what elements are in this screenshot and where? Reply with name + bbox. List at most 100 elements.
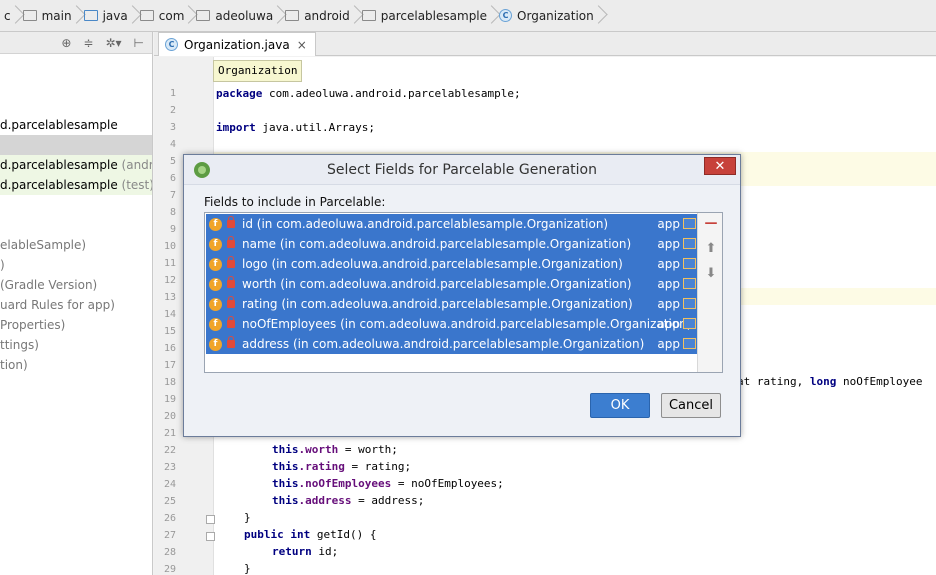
code-text: at rating, bbox=[737, 375, 810, 388]
tree-item-label: Properties) bbox=[0, 318, 66, 332]
field-icon: f bbox=[209, 317, 222, 331]
module-icon bbox=[683, 278, 696, 289]
field-icon: f bbox=[209, 237, 222, 251]
cancel-button[interactable]: Cancel bbox=[661, 393, 721, 418]
module-icon bbox=[683, 298, 696, 309]
code-text: id; bbox=[311, 545, 339, 558]
tree-item[interactable]: (Gradle Version) bbox=[0, 275, 152, 295]
move-up-icon[interactable]: ⬆ bbox=[704, 242, 718, 256]
code-line: this.worth = worth; bbox=[272, 443, 398, 456]
line-number: 18 bbox=[163, 377, 176, 388]
code-keyword: this bbox=[272, 477, 299, 490]
tree-item[interactable]: d.parcelablesample (test) bbox=[0, 175, 152, 195]
lock-icon bbox=[227, 256, 235, 268]
class-icon: C bbox=[165, 38, 178, 51]
tree-item[interactable]: d.parcelablesample (androidT bbox=[0, 155, 152, 175]
class-tooltip: Organization bbox=[213, 60, 303, 82]
code-line: this.address = address; bbox=[272, 494, 424, 507]
line-number: 8 bbox=[169, 207, 176, 218]
breadcrumb-item-c[interactable]: c bbox=[0, 4, 19, 28]
breadcrumb-item-parcelablesample[interactable]: parcelablesample bbox=[358, 4, 495, 28]
fold-marker-icon[interactable] bbox=[206, 515, 215, 524]
tree-item-label: d.parcelablesample bbox=[0, 178, 118, 192]
line-number: 12 bbox=[163, 275, 176, 286]
breadcrumb-item-java[interactable]: java bbox=[80, 4, 136, 28]
field-label: logo (in com.adeoluwa.android.parcelable… bbox=[242, 257, 623, 271]
field-label: rating (in com.adeoluwa.android.parcelab… bbox=[242, 297, 633, 311]
fields-list[interactable]: f id (in com.adeoluwa.android.parcelables… bbox=[206, 214, 698, 354]
module-icon bbox=[683, 318, 696, 329]
breadcrumb-label: java bbox=[102, 8, 128, 23]
line-number: 10 bbox=[163, 241, 176, 252]
field-row-logo[interactable]: f logo (in com.adeoluwa.android.parcelabl… bbox=[206, 254, 698, 274]
breadcrumb-item-adeoluwa[interactable]: adeoluwa bbox=[192, 4, 281, 28]
breadcrumb-item-com[interactable]: com bbox=[136, 4, 193, 28]
code-line: this.rating = rating; bbox=[272, 460, 411, 473]
code-keyword: import bbox=[216, 121, 256, 134]
field-row-worth[interactable]: f worth (in com.adeoluwa.android.parcelab… bbox=[206, 274, 698, 294]
code-line: return id; bbox=[272, 545, 338, 558]
line-number: 2 bbox=[169, 105, 176, 116]
code-line: } bbox=[244, 511, 251, 524]
code-keyword: public bbox=[244, 528, 284, 541]
tree-item-selected[interactable] bbox=[0, 135, 152, 155]
tree-item-label: ttings) bbox=[0, 338, 39, 352]
line-number: 3 bbox=[169, 122, 176, 133]
breadcrumb-item-organization[interactable]: C Organization bbox=[495, 4, 602, 28]
tree-item[interactable]: d.parcelablesample bbox=[0, 115, 152, 135]
folder-icon bbox=[139, 10, 154, 21]
tree-item[interactable]: elableSample) bbox=[0, 235, 152, 255]
tree-item[interactable]: tion) bbox=[0, 355, 152, 375]
field-row-address[interactable]: f address (in com.adeoluwa.android.parcel… bbox=[206, 334, 698, 354]
hide-icon[interactable]: ⊢ bbox=[134, 36, 144, 50]
field-row-noofemployees[interactable]: f noOfEmployees (in com.adeoluwa.android.… bbox=[206, 314, 698, 334]
lock-icon bbox=[227, 276, 235, 288]
code-text: com.adeoluwa.android.parcelablesample; bbox=[262, 87, 521, 100]
tree-item-label: d.parcelablesample bbox=[0, 118, 118, 132]
breadcrumb: c main java com adeoluwa android parcela… bbox=[0, 0, 936, 32]
tree-item[interactable]: ) bbox=[0, 255, 152, 275]
fold-marker-icon[interactable] bbox=[206, 532, 215, 541]
code-text: = noOfEmployees; bbox=[391, 477, 504, 490]
field-label: address (in com.adeoluwa.android.parcela… bbox=[242, 337, 645, 351]
dialog-titlebar[interactable]: Select Fields for Parcelable Generation … bbox=[184, 155, 740, 185]
folder-icon bbox=[196, 10, 211, 21]
lock-icon bbox=[227, 236, 235, 248]
breadcrumb-label: adeoluwa bbox=[215, 8, 274, 23]
code-line: import java.util.Arrays; bbox=[216, 121, 375, 134]
line-number: 24 bbox=[163, 479, 176, 490]
code-keyword: this bbox=[272, 443, 299, 456]
field-row-rating[interactable]: f rating (in com.adeoluwa.android.parcela… bbox=[206, 294, 698, 314]
field-row-id[interactable]: f id (in com.adeoluwa.android.parcelables… bbox=[206, 214, 698, 234]
close-button[interactable]: ✕ bbox=[704, 157, 736, 175]
code-line: } bbox=[244, 562, 251, 575]
module-icon bbox=[683, 338, 696, 349]
breadcrumb-label: c bbox=[4, 8, 11, 23]
module-label: app bbox=[657, 257, 680, 271]
line-number: 9 bbox=[169, 224, 176, 235]
close-icon[interactable]: × bbox=[297, 38, 307, 52]
move-down-icon[interactable]: ⬇ bbox=[704, 267, 718, 281]
tree-item[interactable]: uard Rules for app) bbox=[0, 295, 152, 315]
tree-item[interactable]: Properties) bbox=[0, 315, 152, 335]
module-label: app bbox=[657, 297, 680, 311]
module-label: app bbox=[657, 317, 680, 331]
tree-item[interactable]: ttings) bbox=[0, 335, 152, 355]
remove-icon[interactable]: — bbox=[704, 217, 718, 231]
class-icon: C bbox=[499, 9, 513, 22]
ok-button[interactable]: OK bbox=[590, 393, 650, 418]
dialog-title: Select Fields for Parcelable Generation bbox=[327, 161, 597, 178]
field-row-name[interactable]: f name (in com.adeoluwa.android.parcelabl… bbox=[206, 234, 698, 254]
breadcrumb-label: com bbox=[158, 8, 185, 23]
target-icon[interactable]: ⊕ bbox=[61, 36, 71, 50]
line-number: 5 bbox=[169, 156, 176, 167]
field-icon: f bbox=[209, 217, 222, 231]
collapse-icon[interactable]: ≑ bbox=[83, 36, 93, 50]
breadcrumb-item-main[interactable]: main bbox=[19, 4, 80, 28]
tab-organization-java[interactable]: C Organization.java × bbox=[158, 32, 316, 56]
lock-icon bbox=[227, 216, 235, 228]
field-label: noOfEmployees (in com.adeoluwa.android.p… bbox=[242, 317, 692, 331]
gear-icon[interactable]: ✲▾ bbox=[105, 36, 121, 50]
line-number: 17 bbox=[163, 360, 176, 371]
breadcrumb-item-android[interactable]: android bbox=[281, 4, 358, 28]
